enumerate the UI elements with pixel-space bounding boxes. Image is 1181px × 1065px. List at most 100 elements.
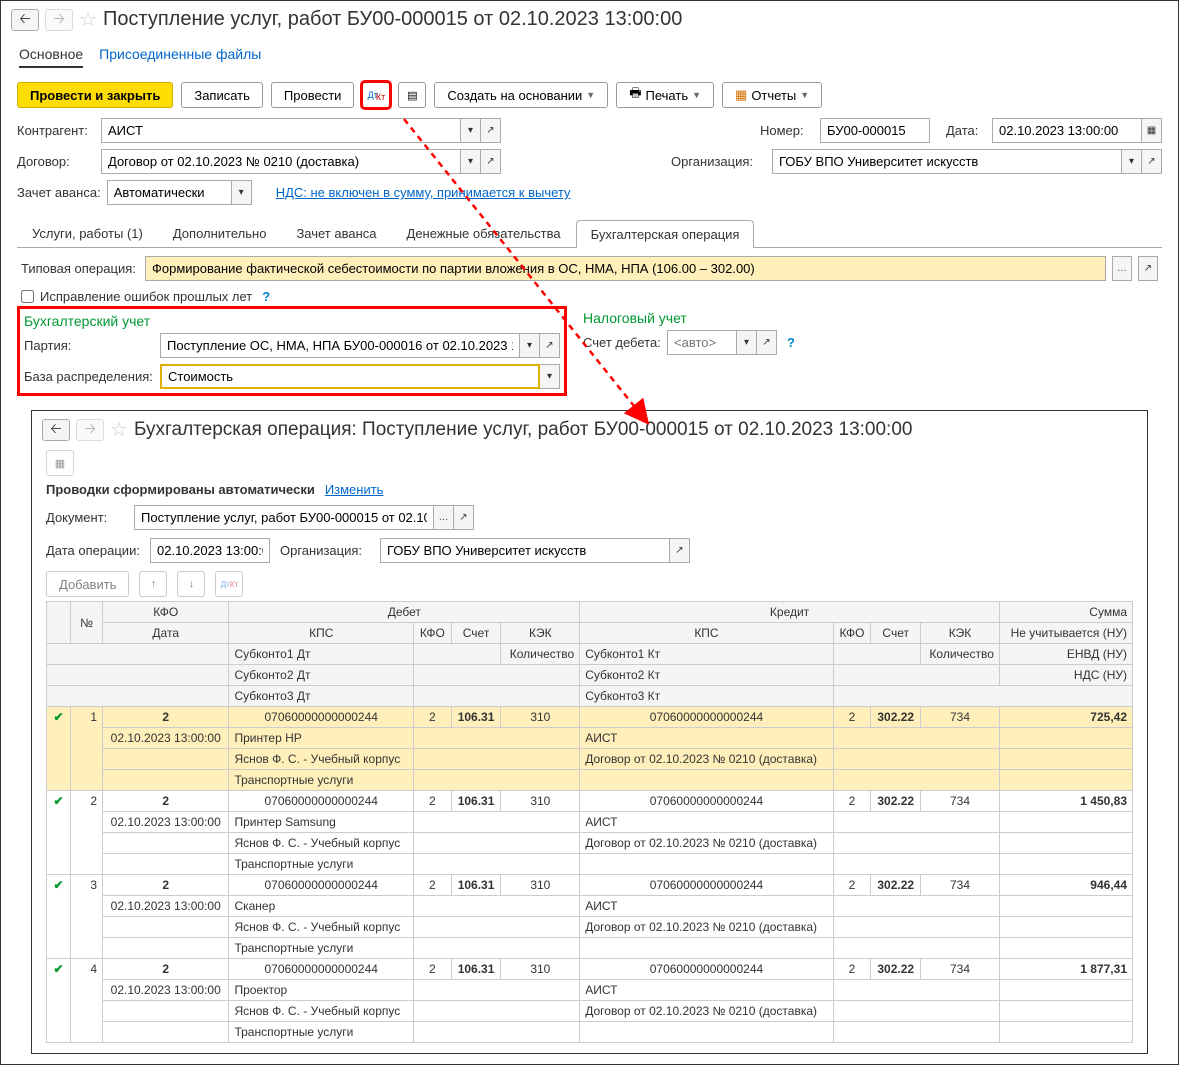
reports-button[interactable]: ▦Отчеты▼ [722,82,822,108]
dropdown-icon[interactable]: ▾ [540,364,560,389]
col-acc-d: Счет [451,623,501,644]
forward-button[interactable]: 🡢 [45,9,73,31]
col-debit: Дебет [229,602,580,623]
typical-input[interactable] [145,256,1106,281]
base-input[interactable] [160,364,540,389]
sub-title: Бухгалтерская операция: Поступление услу… [134,419,913,441]
vat-link[interactable]: НДС: не включен в сумму, принимается к в… [276,185,571,200]
more-icon[interactable]: … [1112,256,1132,281]
opdate-input[interactable] [150,538,270,563]
col-kek-c: КЭК [921,623,1000,644]
add-button[interactable]: Добавить [46,571,129,597]
number-input[interactable] [820,118,930,143]
doc-label: Документ: [46,510,124,525]
tab-files[interactable]: Присоединенные файлы [99,42,261,68]
star-icon[interactable]: ☆ [79,7,97,32]
dropdown-icon[interactable]: ▾ [520,333,540,358]
create-based-button[interactable]: Создать на основании▼ [434,82,608,108]
down-icon[interactable]: ↓ [177,571,205,597]
save-icon-button[interactable]: ▦ [46,450,74,476]
open-icon[interactable]: ↗ [670,538,690,563]
contract-label: Договор: [17,154,95,169]
window-title: Поступление услуг, работ БУ00-000015 от … [103,8,682,31]
nu-header: Налоговый учет [583,310,795,326]
tab-accounting[interactable]: Бухгалтерская операция [576,220,755,248]
bu-header: Бухгалтерский учет [24,313,560,329]
star-icon[interactable]: ☆ [110,417,128,442]
doc-input[interactable] [134,505,434,530]
dropdown-icon[interactable]: ▾ [1122,149,1142,174]
org-input[interactable] [772,149,1122,174]
back-button[interactable]: 🡠 [11,9,39,31]
table-row[interactable]: ✔ 3 2 070600000000002442106.31310 070600… [47,875,1133,896]
tab-additional[interactable]: Дополнительно [158,219,282,247]
dropdown-icon[interactable]: ▾ [461,118,481,143]
col-num: № [71,602,103,644]
post-close-button[interactable]: Провести и закрыть [17,82,173,108]
postings-table[interactable]: № КФО Дебет Кредит Сумма Дата КПС КФО Сч… [46,601,1133,1043]
open-icon[interactable]: ↗ [481,149,501,174]
tab-main[interactable]: Основное [19,42,83,68]
calendar-icon[interactable]: ▦ [1142,118,1162,143]
tab-services[interactable]: Услуги, работы (1) [17,219,158,247]
dropdown-icon[interactable]: ▾ [232,180,252,205]
batch-label: Партия: [24,338,154,353]
nu-section: Налоговый учет Счет дебета: ▾ ↗ ? [583,310,795,361]
more-icon[interactable]: … [434,505,454,530]
form-fields: Контрагент: ▾ ↗ Номер: Дата: ▦ Договор: … [1,114,1178,215]
col-kek-d: КЭК [501,623,580,644]
print-button[interactable]: 🖶Печать▼ [616,82,714,108]
col-kfo-c: КФО [833,623,871,644]
print-icon: 🖶 [629,84,641,106]
col-kfo: КФО [103,602,229,623]
bu-section: Бухгалтерский учет Партия: ▾ ↗ База расп… [17,306,567,396]
col-kps-d: КПС [229,623,414,644]
col-credit: Кредит [580,602,1000,623]
open-icon[interactable]: ↗ [540,333,560,358]
col-kfo-d: КФО [414,623,452,644]
forward-button[interactable]: 🡢 [76,419,104,441]
open-icon[interactable]: ↗ [1142,149,1162,174]
advance-input[interactable] [107,180,232,205]
fix-errors-label: Исправление ошибок прошлых лет [40,289,252,304]
change-link[interactable]: Изменить [325,482,384,497]
help-icon[interactable]: ? [262,289,270,304]
up-icon[interactable]: ↑ [139,571,167,597]
dropdown-icon[interactable]: ▾ [737,330,757,355]
open-icon[interactable]: ↗ [481,118,501,143]
batch-input[interactable] [160,333,520,358]
col-sum: Сумма [999,602,1132,623]
suborg-input[interactable] [380,538,670,563]
date-label: Дата: [946,123,986,138]
help-icon[interactable]: ? [787,335,795,350]
tab-obligations[interactable]: Денежные обязательства [392,219,576,247]
debit-acc-label: Счет дебета: [583,335,661,350]
report-icon-button[interactable]: ▤ [398,82,426,108]
table-row[interactable]: ✔ 2 2 070600000000002442106.31310 070600… [47,791,1133,812]
dropdown-icon[interactable]: ▾ [461,149,481,174]
write-button[interactable]: Записать [181,82,263,108]
debit-acc-input[interactable] [667,330,737,355]
col-notnu: Не учитывается (НУ) [999,623,1132,644]
open-icon[interactable]: ↗ [1138,256,1158,281]
typical-label: Типовая операция: [21,261,139,276]
dtkt-button[interactable]: ДтКт [362,82,390,108]
opdate-label: Дата операции: [46,543,140,558]
dtkt-icon[interactable]: ДтКт [215,571,243,597]
base-label: База распределения: [24,369,154,384]
toolbar: Провести и закрыть Записать Провести ДтК… [1,76,1178,114]
back-button[interactable]: 🡠 [42,419,70,441]
open-icon[interactable]: ↗ [757,330,777,355]
table-row[interactable]: ✔ 4 2 070600000000002442106.31310 070600… [47,959,1133,980]
open-icon[interactable]: ↗ [454,505,474,530]
posting-auto-label: Проводки сформированы автоматически [46,482,315,497]
chart-icon: ▦ [735,87,747,103]
tab-advance[interactable]: Зачет аванса [281,219,391,247]
org-label: Организация: [671,154,766,169]
fix-errors-checkbox[interactable] [21,290,34,303]
counterparty-input[interactable] [101,118,461,143]
table-row[interactable]: ✔ 1 2 070600000000002442106.31310 070600… [47,707,1133,728]
post-button[interactable]: Провести [271,82,355,108]
contract-input[interactable] [101,149,461,174]
date-input[interactable] [992,118,1142,143]
